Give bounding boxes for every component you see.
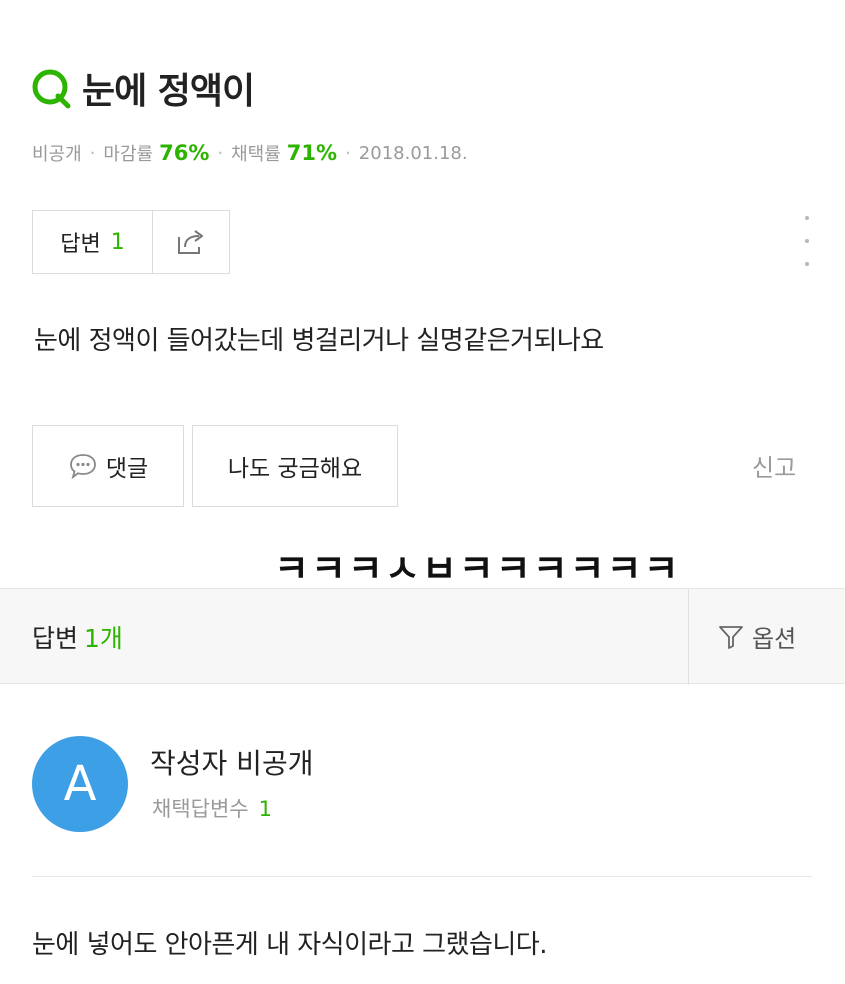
share-button[interactable]: [153, 211, 229, 273]
avatar: A: [32, 736, 128, 832]
meta-separator: ·: [345, 142, 351, 164]
question-date: 2018.01.18.: [358, 142, 468, 164]
question-title: 눈에 정액이: [82, 71, 255, 112]
answer-count-button[interactable]: 답변 1: [33, 211, 153, 273]
question-header: 눈에 정액이: [30, 62, 255, 114]
answer-body: 눈에 넣어도 안아픈게 내 자식이라고 그랬습니다.: [32, 930, 548, 960]
deadline-rate: 76%: [159, 141, 210, 165]
bar-divider: [688, 589, 689, 685]
author-stat-value: 1: [258, 797, 272, 821]
question-body: 눈에 정액이 들어갔는데 병걸리거나 실명같은거되나요: [34, 326, 604, 356]
author-stat: 채택답변수 1: [152, 793, 272, 823]
deadline-label: 마감률: [103, 144, 154, 165]
share-icon: [178, 230, 203, 254]
curious-label: 나도 궁금해요: [227, 456, 363, 482]
question-meta: 비공개 · 마감률 76% · 채택률 71% · 2018.01.18.: [32, 140, 468, 166]
more-icon[interactable]: [800, 216, 814, 266]
comment-button[interactable]: 댓글: [32, 425, 184, 507]
adopt-label: 채택률: [231, 144, 281, 165]
visibility-text: 비공개: [32, 144, 82, 165]
author-stat-label: 채택답변수: [152, 797, 249, 821]
meta-separator: ·: [217, 142, 224, 164]
answer-count-label: 답변: [60, 232, 101, 257]
answers-count-value: 1개: [84, 624, 123, 653]
options-button[interactable]: 옵션: [718, 619, 796, 654]
answers-bar: 답변 1개 옵션: [0, 588, 845, 685]
filter-icon: [719, 625, 743, 649]
curious-button[interactable]: 나도 궁금해요: [192, 425, 398, 507]
overlay-caption: ㅋㅋㅋㅅㅂㅋㅋㅋㅋㅋㅋ: [274, 547, 681, 591]
adopt-rate: 71%: [286, 141, 338, 165]
answers-label: 답변: [32, 624, 79, 653]
report-link[interactable]: 신고: [752, 448, 796, 483]
answer-share-box: 답변 1: [32, 210, 230, 274]
comment-label: 댓글: [105, 456, 149, 482]
options-label: 옵션: [752, 625, 797, 653]
answers-count: 답변 1개: [32, 619, 123, 655]
answer-count-value: 1: [110, 229, 125, 255]
meta-separator: ·: [89, 142, 96, 164]
answer-author: 작성자 비공개: [150, 747, 314, 780]
q-icon: [32, 69, 71, 109]
qna-page: 눈에 정액이 비공개 · 마감률 76% · 채택률 71% · 2018.01…: [0, 0, 845, 984]
comment-bubble-icon: [69, 454, 96, 480]
divider: [32, 876, 812, 877]
